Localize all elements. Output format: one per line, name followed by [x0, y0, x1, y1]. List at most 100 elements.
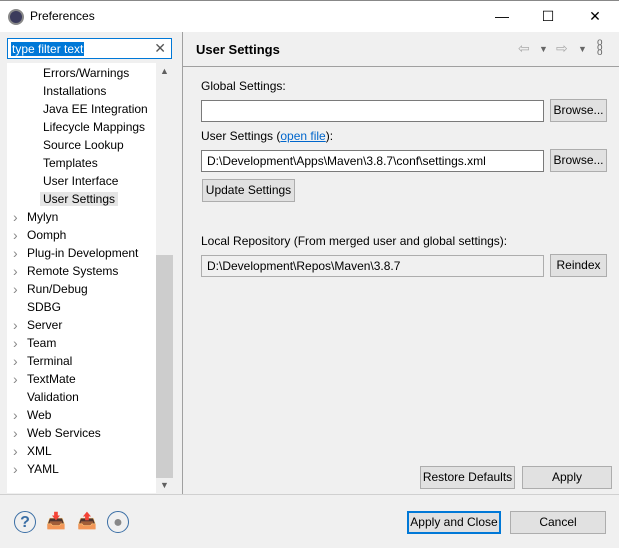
tree-item[interactable]: › Remote Systems [13, 262, 119, 280]
tree-item-label: Web Services [27, 426, 101, 440]
global-browse-button[interactable]: Browse... [550, 99, 607, 122]
scroll-down-icon[interactable]: ▼ [156, 480, 173, 490]
tree-item-label: Java EE Integration [43, 102, 148, 116]
expand-arrow-icon[interactable]: › [13, 208, 18, 226]
expand-arrow-icon[interactable]: › [13, 406, 18, 424]
global-settings-input[interactable] [201, 100, 544, 122]
tree-item-label: Remote Systems [27, 264, 119, 278]
tree-item-label: Plug-in Development [27, 246, 139, 260]
scrollbar-thumb[interactable] [156, 255, 173, 478]
back-icon[interactable]: ⇦ [518, 40, 530, 57]
tree-item[interactable]: › Team [13, 334, 57, 352]
tree-item[interactable]: › Mylyn [13, 208, 59, 226]
clear-icon[interactable]: ✕ [154, 40, 166, 57]
import-icon[interactable]: 📥 [45, 511, 67, 533]
tree-item[interactable]: User Interface [43, 172, 118, 190]
filter-input[interactable]: type filter text ✕ [7, 38, 172, 59]
tree-item[interactable]: Installations [43, 82, 106, 100]
apply-button[interactable]: Apply [522, 466, 612, 489]
tree-item-label: Mylyn [27, 210, 59, 224]
tree-item-label: Server [27, 318, 63, 332]
tree-item[interactable]: › TextMate [13, 370, 76, 388]
local-repository-label: Local Repository (From merged user and g… [201, 234, 508, 248]
tree-item[interactable]: Java EE Integration [43, 100, 148, 118]
tree-item[interactable]: Errors/Warnings [43, 64, 129, 82]
expand-arrow-icon[interactable]: › [13, 370, 18, 388]
header-separator [183, 66, 619, 67]
restore-defaults-button[interactable]: Restore Defaults [420, 466, 515, 489]
tree-item[interactable]: Validation [27, 388, 79, 406]
tree-item-label: Errors/Warnings [43, 66, 130, 80]
cancel-button[interactable]: Cancel [510, 511, 606, 534]
help-icon[interactable]: ? [14, 511, 36, 533]
reindex-button[interactable]: Reindex [550, 254, 607, 277]
tree-item[interactable]: › Oomph [13, 226, 67, 244]
expand-arrow-icon[interactable]: › [13, 262, 18, 280]
tree-item[interactable]: › Web [13, 406, 51, 424]
expand-arrow-icon[interactable]: › [13, 226, 18, 244]
tree-item-label: XML [27, 444, 52, 458]
tree-item-label: YAML [27, 462, 59, 476]
more-icon[interactable]: ooo [597, 38, 603, 58]
open-file-link[interactable]: open file [280, 129, 325, 143]
tree-item-label: Run/Debug [27, 282, 88, 296]
maximize-button[interactable]: ☐ [525, 1, 571, 32]
expand-arrow-icon[interactable]: › [13, 442, 18, 460]
close-button[interactable]: ✕ [572, 1, 618, 32]
expand-arrow-icon[interactable]: › [13, 280, 18, 298]
tree-item[interactable]: › YAML [13, 460, 59, 478]
expand-arrow-icon[interactable]: › [13, 460, 18, 478]
tree-item[interactable]: SDBG [27, 298, 61, 316]
export-icon[interactable]: 📤 [76, 511, 98, 533]
minimize-button[interactable]: — [479, 1, 525, 32]
user-settings-label: User Settings (open file): [201, 129, 333, 143]
tree-item[interactable]: › Web Services [13, 424, 101, 442]
sash-divider[interactable] [182, 32, 183, 494]
tree-item-label: Terminal [27, 354, 73, 368]
user-settings-label-suffix: ): [325, 129, 334, 143]
record-icon[interactable]: ● [107, 511, 129, 533]
tree-item-label: Templates [43, 156, 98, 170]
user-settings-label-text: User Settings ( [201, 129, 281, 143]
update-settings-button[interactable]: Update Settings [202, 179, 295, 202]
user-settings-input[interactable]: D:\Development\Apps\Maven\3.8.7\conf\set… [201, 150, 544, 172]
tree-item-label: Installations [43, 84, 107, 98]
tree-item[interactable]: Templates [43, 154, 98, 172]
forward-icon[interactable]: ⇨ [556, 40, 568, 57]
tree-item-label: Source Lookup [43, 138, 124, 152]
local-repository-field: D:\Development\Repos\Maven\3.8.7 [201, 255, 544, 277]
user-browse-button[interactable]: Browse... [550, 149, 607, 172]
forward-menu-icon[interactable]: ▼ [578, 44, 587, 54]
tree-item-label: Validation [27, 390, 79, 404]
tree-item-label: Team [27, 336, 57, 350]
expand-arrow-icon[interactable]: › [13, 424, 18, 442]
expand-arrow-icon[interactable]: › [13, 334, 18, 352]
tree-item[interactable]: › Run/Debug [13, 280, 88, 298]
filter-text[interactable]: type filter text [11, 42, 85, 56]
tree-item[interactable]: Lifecycle Mappings [43, 118, 145, 136]
preferences-tree: Errors/Warnings Installations Java EE Inte… [7, 63, 173, 493]
tree-item[interactable]: › Plug-in Development [13, 244, 139, 262]
tree-item-label: User Interface [43, 174, 119, 188]
expand-arrow-icon[interactable]: › [13, 316, 18, 334]
expand-arrow-icon[interactable]: › [13, 244, 18, 262]
tree-item[interactable]: User Settings [40, 190, 119, 208]
back-menu-icon[interactable]: ▼ [539, 44, 548, 54]
tree-item[interactable]: Source Lookup [43, 136, 124, 154]
expand-arrow-icon[interactable]: › [13, 352, 18, 370]
apply-and-close-button[interactable]: Apply and Close [407, 511, 501, 534]
tree-item-label: User Settings [40, 192, 119, 206]
tree-item-label: Oomph [27, 228, 67, 242]
footer-separator [0, 494, 619, 495]
tree-item-label: TextMate [27, 372, 76, 386]
title-bar: Preferences — ☐ ✕ [0, 0, 619, 32]
tree-item-label: SDBG [27, 300, 62, 314]
scroll-up-icon[interactable]: ▲ [156, 66, 173, 76]
window-title: Preferences [30, 9, 95, 23]
tree-item[interactable]: › Server [13, 316, 63, 334]
tree-item[interactable]: › XML [13, 442, 52, 460]
page-title: User Settings [196, 42, 280, 57]
tree-item[interactable]: › Terminal [13, 352, 73, 370]
tree-scrollbar[interactable]: ▲ ▼ [156, 63, 173, 493]
eclipse-icon [8, 9, 24, 25]
